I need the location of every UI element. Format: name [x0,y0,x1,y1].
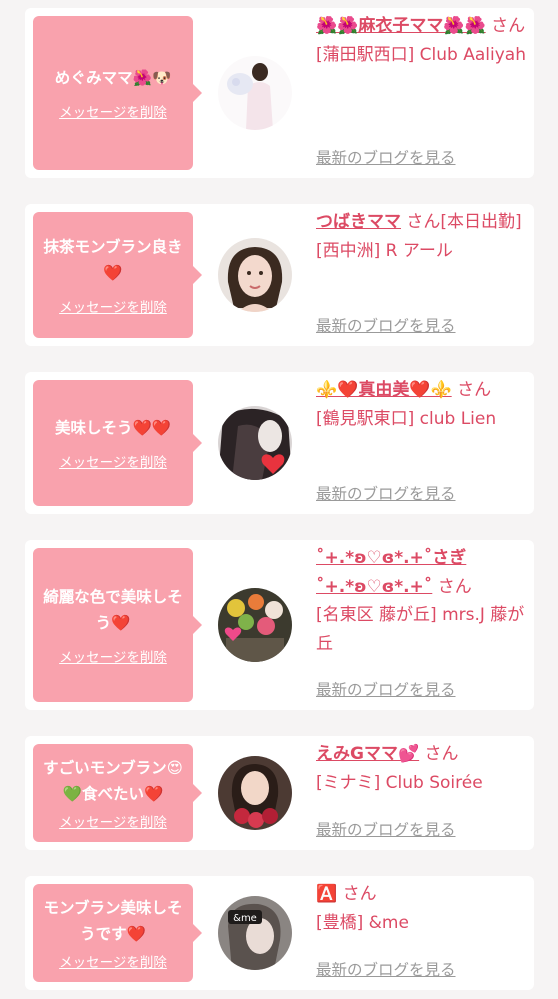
avatar[interactable]: &me [218,896,292,970]
shop-name: [鶴見駅東口] club Lien [316,408,497,429]
svg-text:&me: &me [233,913,257,924]
sender-name-link[interactable]: えみGママ💕 [316,744,419,764]
message-bubble: モンブラン美味しそうです❤️ メッセージを削除 [33,884,202,982]
avatar[interactable] [218,238,292,312]
message-text: 美味しそう❤️❤️ [54,419,172,437]
message-bubble: 綺麗な色で美味しそう❤️ メッセージを削除 [33,548,202,702]
shop-name: [西中洲] R アール [316,240,453,261]
message-text: 抹茶モンブラン良き❤️ [43,238,183,282]
delete-message-link[interactable]: メッセージを削除 [59,101,167,121]
honorific: さん [424,744,459,764]
avatar[interactable] [218,756,292,830]
honorific: さん [406,212,441,232]
message-card: 抹茶モンブラン良き❤️ メッセージを削除 つばきママ さん[本日出勤] [西中洲… [25,204,534,346]
delete-message-link[interactable]: メッセージを削除 [59,951,167,971]
delete-message-link[interactable]: メッセージを削除 [59,811,167,831]
message-text: すごいモンブラン😍💚食べたい❤️ [43,759,183,803]
shop-name: [蒲田駅西口] Club Aaliyah [316,44,526,65]
sender-info: ⚜️❤️真由美❤️⚜️ さん [鶴見駅東口] club Lien [316,376,530,433]
honorific: さん [491,16,526,36]
sender-name-link[interactable]: つばきママ [316,212,401,232]
sender-info: 🌺🌺麻衣子ママ🌺🌺 さん [蒲田駅西口] Club Aaliyah [316,12,530,69]
delete-message-link[interactable]: メッセージを削除 [59,296,167,316]
message-card: 美味しそう❤️❤️ メッセージを削除 ⚜️❤️真由美❤️⚜️ さん [鶴見駅東口… [25,372,534,514]
sender-info: 🅰️ さん [豊橋] &me [316,880,530,937]
sender-name-link[interactable]: 🅰️ [316,884,337,904]
shop-name: [豊橋] &me [316,912,409,933]
sender-info: えみGママ💕 さん [ミナミ] Club Soirée [316,740,530,797]
message-bubble: すごいモンブラン😍💚食べたい❤️ メッセージを削除 [33,744,202,842]
honorific: さん [437,576,472,597]
avatar[interactable] [218,406,292,480]
delete-message-link[interactable]: メッセージを削除 [59,451,167,471]
message-card: めぐみママ🌺🐶 メッセージを削除 🌺🌺麻衣子ママ🌺🌺 さん [蒲田駅西口] Cl… [25,8,534,178]
message-bubble: 抹茶モンブラン良き❤️ メッセージを削除 [33,212,202,338]
message-text: めぐみママ🌺🐶 [54,69,172,87]
message-card: 綺麗な色で美味しそう❤️ メッセージを削除 ˚+.*ʚ♡ɞ*.+˚さぎ˚+.*ʚ… [25,540,534,710]
latest-blog-link[interactable]: 最新のブログを見る [316,678,456,700]
latest-blog-link[interactable]: 最新のブログを見る [316,482,456,504]
latest-blog-link[interactable]: 最新のブログを見る [316,314,456,336]
sender-name-link[interactable]: 🌺🌺麻衣子ママ🌺🌺 [316,16,486,36]
honorific: さん [457,380,492,400]
shop-name: [ミナミ] Club Soirée [316,772,483,793]
sender-info: つばきママ さん[本日出勤] [西中洲] R アール [316,208,530,265]
sender-info: ˚+.*ʚ♡ɞ*.+˚さぎ˚+.*ʚ♡ɞ*.+˚ さん [名東区 藤が丘] mr… [316,544,530,658]
delete-message-link[interactable]: メッセージを削除 [59,646,167,666]
message-bubble: めぐみママ🌺🐶 メッセージを削除 [33,16,202,170]
avatar[interactable] [218,588,292,662]
latest-blog-link[interactable]: 最新のブログを見る [316,958,456,980]
shop-name: [名東区 藤が丘] mrs.J 藤が丘 [316,605,525,654]
message-card: すごいモンブラン😍💚食べたい❤️ メッセージを削除 えみGママ💕 さん [ミナミ… [25,736,534,850]
message-card: モンブラン美味しそうです❤️ メッセージを削除 &me 🅰️ さん [豊橋] &… [25,876,534,990]
latest-blog-link[interactable]: 最新のブログを見る [316,818,456,840]
message-bubble: 美味しそう❤️❤️ メッセージを削除 [33,380,202,506]
avatar[interactable] [218,56,292,130]
honorific: さん [342,884,377,904]
status-note: [本日出勤] [440,212,522,232]
message-text: 綺麗な色で美味しそう❤️ [43,588,183,632]
message-text: モンブラン美味しそうです❤️ [43,899,183,943]
latest-blog-link[interactable]: 最新のブログを見る [316,146,456,168]
sender-name-link[interactable]: ⚜️❤️真由美❤️⚜️ [316,380,452,400]
